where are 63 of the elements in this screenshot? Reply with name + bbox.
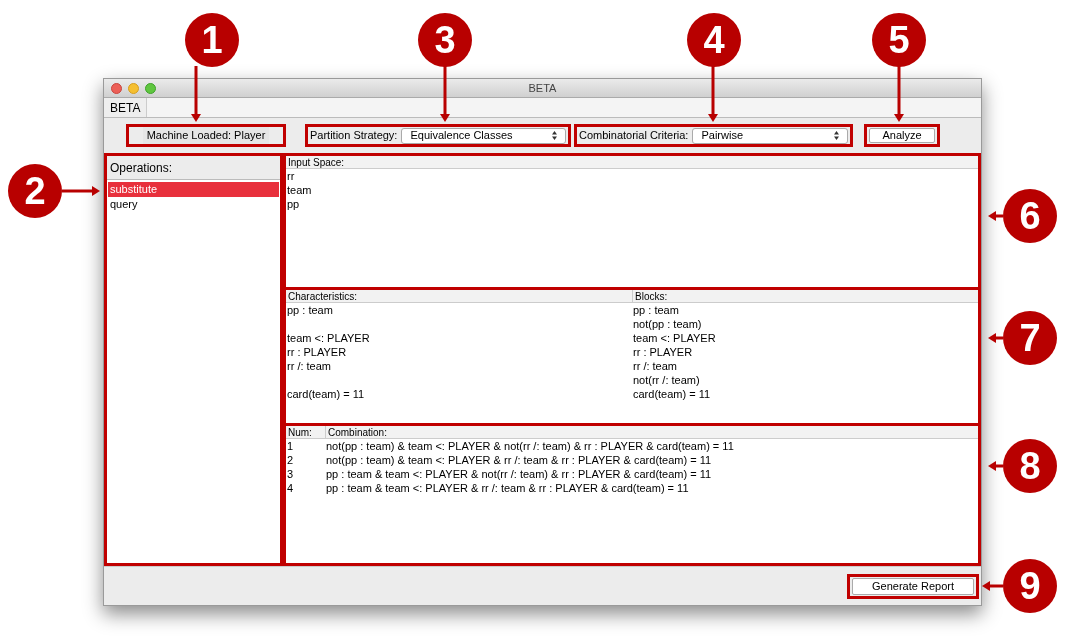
generate-report-button[interactable]: Generate Report — [852, 577, 974, 595]
table-cell: team <: PLAYER — [633, 332, 716, 344]
criteria-dropdown[interactable]: Pairwise — [692, 127, 848, 144]
callout-number: 9 — [1003, 559, 1057, 613]
menu-item[interactable]: BETA — [104, 98, 148, 117]
partition-dropdown[interactable]: Equivalence Classes — [401, 127, 566, 144]
table-cell: rr /: team — [287, 360, 331, 372]
stepper-icon — [834, 131, 839, 140]
callout-number: 6 — [1003, 189, 1057, 243]
operations-header: Operations: — [107, 156, 280, 180]
callout-arrow — [440, 66, 450, 122]
table-cell: card(team) = 11 — [633, 388, 711, 400]
operation-item[interactable]: substitute — [108, 182, 279, 197]
table-cell: rr /: team — [633, 360, 677, 372]
callout-arrow — [988, 211, 1003, 221]
table-cell: pp : team & team <: PLAYER & not(rr /: team) & rr : PLAYER & card(team) = 11 — [326, 467, 712, 481]
table-cell-text: team — [286, 183, 313, 197]
callout-number: 5 — [872, 13, 926, 67]
close-icon[interactable] — [111, 83, 122, 94]
table-cell: rr : PLAYER — [287, 346, 347, 358]
column-header: Combination: — [325, 426, 978, 438]
callout-arrow — [62, 186, 100, 196]
table-cell: not(pp : team) — [633, 318, 702, 330]
table-cell: not(pp : team) & team <: PLAYER & rr /: team & rr : PLAYER & card(team) = 11 — [326, 453, 712, 467]
table-cell: rr : PLAYER — [633, 346, 693, 358]
callout-arrow — [894, 66, 904, 122]
zoom-icon[interactable] — [145, 83, 156, 94]
callout-number: 4 — [687, 13, 741, 67]
table-cell-text: rr — [286, 169, 296, 183]
table-cell: team <: PLAYER — [287, 332, 370, 344]
table-cell-text: 3 — [286, 467, 295, 481]
callout-number: 3 — [418, 13, 472, 67]
column-header: Input Space: — [286, 156, 978, 169]
table-cell-text: pp — [286, 197, 301, 211]
column-header: Num: — [287, 426, 313, 438]
callout-number: 7 — [1003, 311, 1057, 365]
callout-arrow — [191, 66, 201, 122]
callout-arrow — [988, 461, 1003, 471]
table-cell-text: 4 — [286, 481, 295, 495]
table-cell: pp : team — [287, 304, 333, 316]
minimize-icon[interactable] — [128, 83, 139, 94]
table-cell-text: 2 — [286, 453, 295, 467]
machine-label: Machine Loaded: Player — [142, 127, 270, 144]
table-cell: not(pp : team) & team <: PLAYER & not(rr /: team) & rr : PLAYER & card(team) = 11 — [326, 439, 734, 453]
callout-number: 1 — [185, 13, 239, 67]
criteria-label: Combinatorial Criteria: — [579, 128, 689, 144]
column-header: Blocks: — [632, 290, 978, 302]
callout-arrow — [988, 333, 1003, 343]
table-cell: pp : team & team <: PLAYER & rr /: team & rr : PLAYER & card(team) = 11 — [326, 481, 689, 495]
callout-arrow — [708, 66, 718, 122]
stepper-icon — [552, 131, 557, 140]
analyze-button[interactable]: Analyze — [869, 128, 935, 143]
table-cell-text: 1 — [286, 439, 295, 453]
table-cell: card(team) = 11 — [287, 388, 365, 400]
column-header: Characteristics: — [287, 290, 358, 302]
callout-number: 8 — [1003, 439, 1057, 493]
window-title: BETA — [528, 80, 557, 96]
table-cell: not(rr /: team) — [633, 374, 700, 386]
callout-arrow — [982, 581, 1003, 591]
partition-label: Partition Strategy: — [310, 128, 398, 144]
operation-item[interactable]: query — [108, 197, 279, 212]
callout-number: 2 — [8, 164, 62, 218]
table-cell: pp : team — [633, 304, 679, 316]
